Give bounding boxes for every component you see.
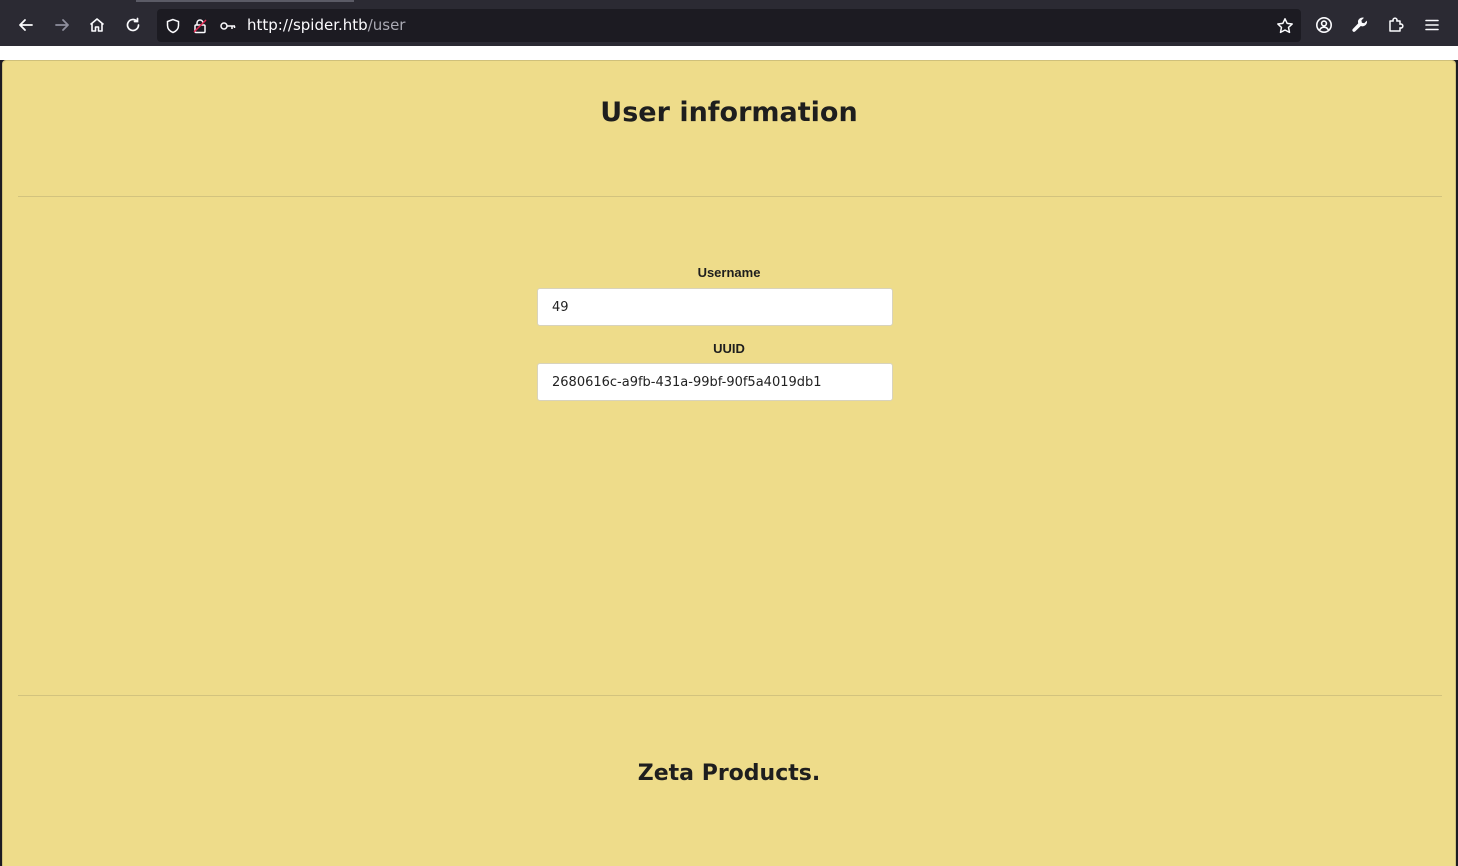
account-icon (1316, 17, 1332, 33)
username-label: Username (697, 265, 761, 280)
puzzle-icon (1389, 17, 1404, 32)
bookmark-star-icon[interactable] (1275, 16, 1295, 36)
page-content: User information Username UUID Zeta Prod… (2, 60, 1456, 866)
top-divider (18, 196, 1442, 197)
url-bar[interactable]: http://spider.htb/user (157, 9, 1301, 42)
home-icon (89, 18, 105, 32)
page-top-strip (0, 46, 1458, 60)
arrow-right-icon (55, 19, 69, 31)
url-path: /user (367, 16, 406, 34)
home-button[interactable] (82, 10, 112, 40)
insecure-lock-icon[interactable] (190, 16, 210, 36)
username-field[interactable] (537, 288, 893, 326)
reload-icon (126, 17, 140, 32)
uuid-label: UUID (713, 341, 745, 356)
key-icon[interactable] (218, 16, 238, 36)
reload-button[interactable] (118, 10, 148, 40)
url-text[interactable]: http://spider.htb/user (247, 16, 405, 34)
uuid-field[interactable] (537, 363, 893, 401)
browser-toolbar: http://spider.htb/user (0, 0, 1458, 46)
bottom-divider (18, 695, 1442, 696)
back-button[interactable] (11, 10, 41, 40)
shield-icon[interactable] (163, 16, 183, 36)
wrench-icon (1352, 17, 1367, 32)
account-button[interactable] (1309, 10, 1339, 40)
hamburger-menu-icon (1425, 19, 1439, 31)
extensions-button[interactable] (1381, 10, 1411, 40)
forward-button[interactable] (47, 10, 77, 40)
arrow-left-icon (19, 19, 33, 31)
footer-title: Zeta Products. (637, 761, 821, 786)
menu-button[interactable] (1417, 10, 1447, 40)
url-host: http://spider.htb (247, 16, 368, 34)
tools-button[interactable] (1345, 10, 1375, 40)
active-tab-indicator (136, 0, 354, 2)
page-title: User information (600, 97, 858, 128)
